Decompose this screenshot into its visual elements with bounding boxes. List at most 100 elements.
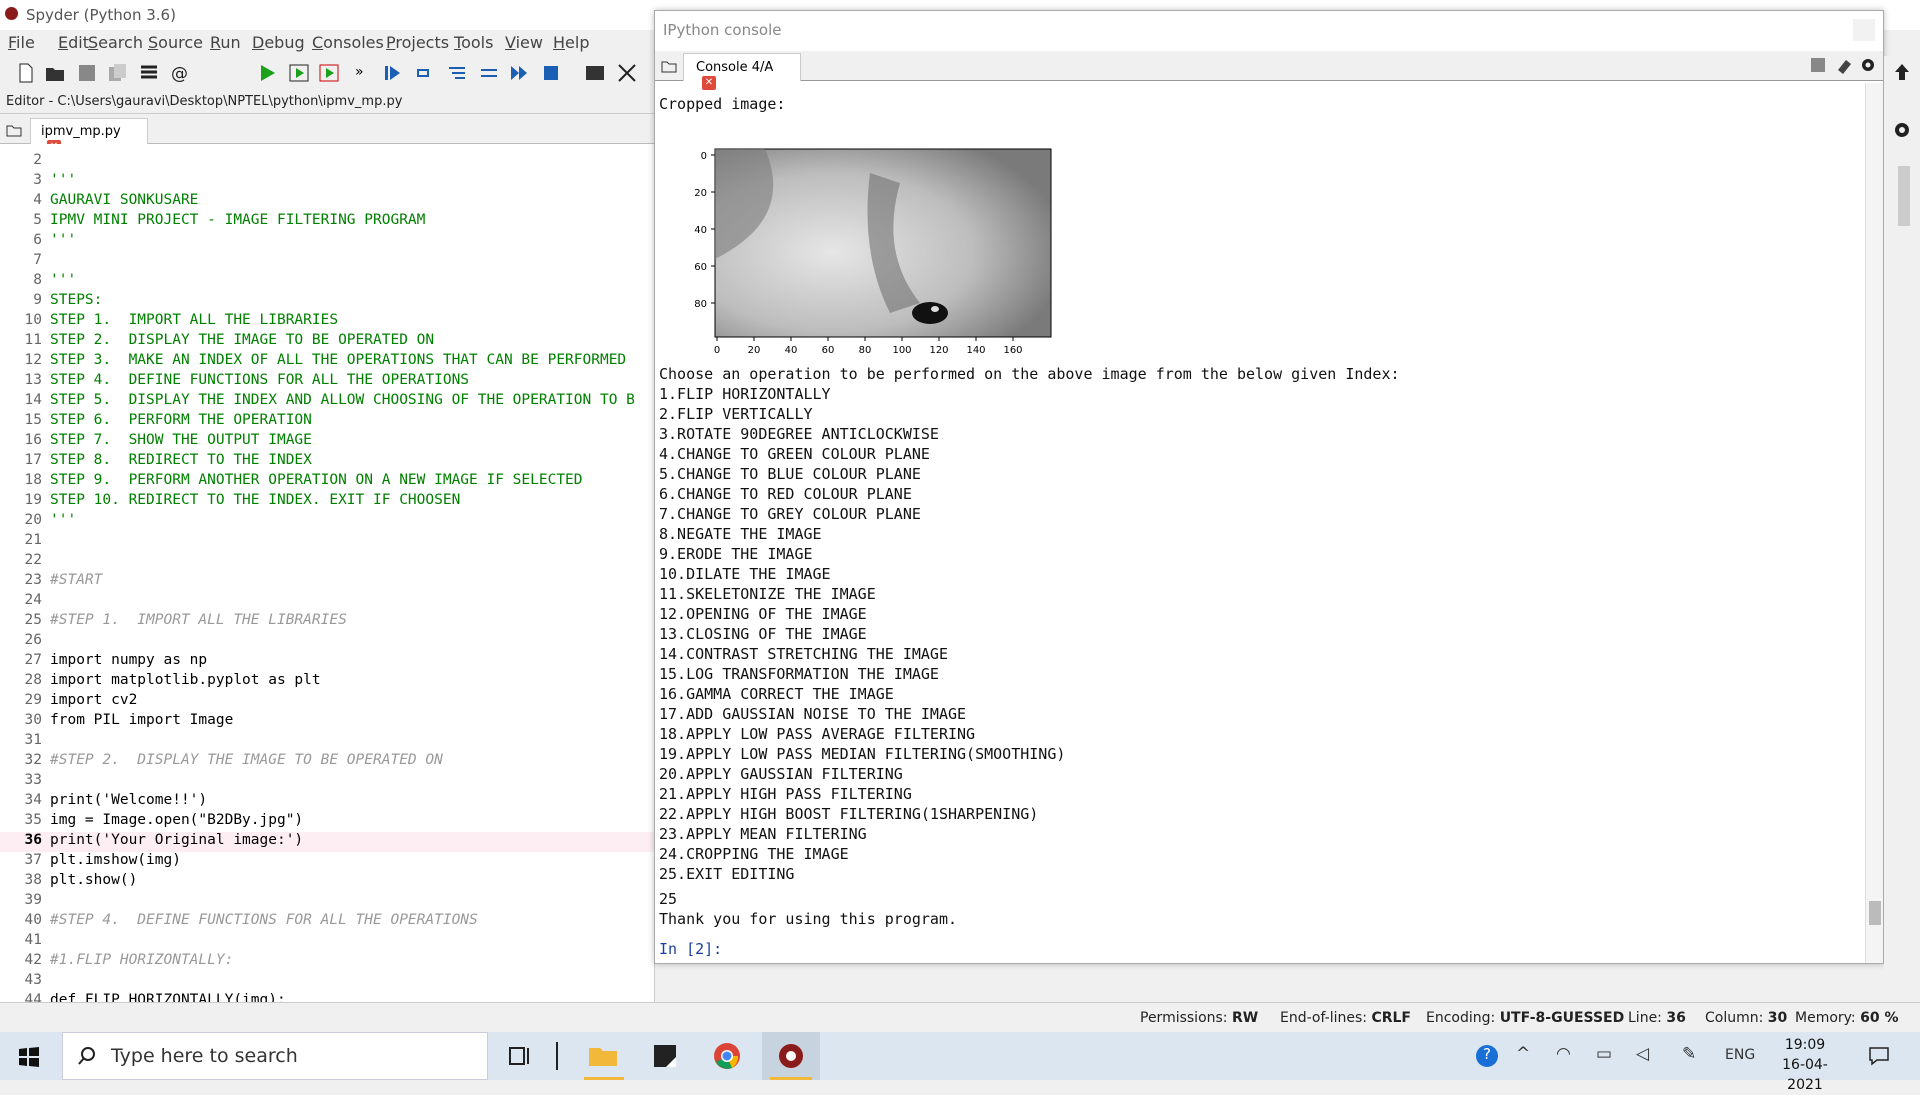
run-cell-icon[interactable] — [288, 62, 310, 84]
chevron-up-icon[interactable]: ^ — [1516, 1044, 1530, 1064]
code-line[interactable]: 41 — [0, 932, 654, 952]
pen-icon[interactable]: ✎ — [1682, 1044, 1696, 1064]
battery-icon[interactable]: ▭ — [1596, 1044, 1612, 1064]
clock[interactable]: 19:09 16-04-2021 — [1770, 1035, 1840, 1095]
eraser-icon[interactable] — [1835, 56, 1853, 74]
code-line[interactable]: 17 STEP 8. REDIRECT TO THE INDEX — [0, 452, 654, 472]
code-line[interactable]: 35 img = Image.open("B2DBy.jpg") — [0, 812, 654, 832]
gear-icon[interactable] — [1892, 120, 1912, 140]
menu-tools[interactable]: Tools — [454, 33, 493, 52]
scroll-thumb[interactable] — [1869, 901, 1881, 925]
code-line[interactable]: 4 GAURAVI SONKUSARE — [0, 192, 654, 212]
code-line[interactable]: 43 — [0, 972, 654, 992]
code-line[interactable]: 14 STEP 5. DISPLAY THE INDEX AND ALLOW CH… — [0, 392, 654, 412]
console-scrollbar[interactable] — [1865, 83, 1883, 963]
maximize-pane-icon[interactable] — [584, 62, 606, 84]
code-line[interactable]: 10 STEP 1. IMPORT ALL THE LIBRARIES — [0, 312, 654, 332]
code-line[interactable]: 13 STEP 4. DEFINE FUNCTIONS FOR ALL THE O… — [0, 372, 654, 392]
menu-projects[interactable]: Projects — [386, 33, 449, 52]
sticky-app-icon[interactable] — [648, 1040, 682, 1072]
step-return-icon[interactable] — [478, 62, 500, 84]
code-line[interactable]: 34 print('Welcome!!') — [0, 792, 654, 812]
code-line[interactable]: 18 STEP 9. PERFORM ANOTHER OPERATION ON A… — [0, 472, 654, 492]
more-chevron-icon[interactable]: » — [355, 64, 364, 80]
language-indicator[interactable]: ENG — [1725, 1047, 1755, 1063]
run-cell-advance-icon[interactable] — [318, 62, 340, 84]
code-line[interactable]: 39 — [0, 892, 654, 912]
task-view-icon[interactable] — [503, 1040, 537, 1072]
code-line[interactable]: 19 STEP 10. REDIRECT TO THE INDEX. EXIT I… — [0, 492, 654, 512]
chrome-icon[interactable] — [710, 1040, 744, 1072]
menu-search[interactable]: Search — [88, 33, 143, 52]
console-output[interactable]: Cropped image: 0 20 40 60 80 0 20 40 60 80 100 120 1… — [655, 83, 1865, 963]
code-line[interactable]: 16 STEP 7. SHOW THE OUTPUT IMAGE — [0, 432, 654, 452]
menu-edit[interactable]: Edit — [58, 33, 89, 52]
code-line[interactable]: 6 ''' — [0, 232, 654, 252]
open-file-icon[interactable] — [44, 62, 66, 84]
code-line[interactable]: 37 plt.imshow(img) — [0, 852, 654, 872]
file-list-icon[interactable] — [138, 62, 160, 84]
new-file-icon[interactable] — [15, 62, 37, 84]
code-editor[interactable]: 2 3 ''' 4 GAURAVI SONKUSARE 5 IPMV MINI PROJEC… — [0, 144, 655, 1002]
dock-scrollbar-thumb[interactable] — [1898, 166, 1910, 226]
input-prompt[interactable]: In [2]: — [659, 940, 722, 958]
code-line[interactable]: 23 #START — [0, 572, 654, 592]
save-icon[interactable] — [76, 62, 98, 84]
step-icon[interactable] — [414, 62, 436, 84]
notifications-icon[interactable] — [1868, 1046, 1890, 1066]
debug-icon[interactable] — [382, 62, 404, 84]
code-line[interactable]: 15 STEP 6. PERFORM THE OPERATION — [0, 412, 654, 432]
menu-help[interactable]: Help — [553, 33, 589, 52]
code-line[interactable]: 42 #1.FLIP HORIZONTALLY: — [0, 952, 654, 972]
code-line[interactable]: 5 IPMV MINI PROJECT - IMAGE FILTERING PRO… — [0, 212, 654, 232]
menu-debug[interactable]: Debug — [252, 33, 305, 52]
code-line[interactable]: 44 def FLIP_HORIZONTALLY(img): — [0, 992, 654, 1002]
code-line[interactable]: 8 ''' — [0, 272, 654, 292]
code-line[interactable]: 20 ''' — [0, 512, 654, 532]
code-line[interactable]: 11 STEP 2. DISPLAY THE IMAGE TO BE OPERAT… — [0, 332, 654, 352]
taskbar-search[interactable]: Type here to search — [62, 1032, 488, 1080]
console-tab[interactable]: Console 4/A✕ — [683, 53, 801, 90]
menu-source[interactable]: Source — [148, 33, 203, 52]
code-line[interactable]: 40 #STEP 4. DEFINE FUNCTIONS FOR ALL THE … — [0, 912, 654, 932]
save-all-icon[interactable] — [106, 62, 128, 84]
code-line[interactable]: 24 — [0, 592, 654, 612]
code-line[interactable]: 9 STEPS: — [0, 292, 654, 312]
spyder-taskbar-button[interactable] — [762, 1032, 820, 1080]
code-line[interactable]: 26 — [0, 632, 654, 652]
code-line[interactable]: 7 — [0, 252, 654, 272]
code-line[interactable]: 3 ''' — [0, 172, 654, 192]
menu-view[interactable]: View — [505, 33, 543, 52]
browse-tabs-icon[interactable] — [6, 122, 22, 138]
stop-kernel-icon[interactable] — [1811, 58, 1825, 72]
code-line[interactable]: 32 #STEP 2. DISPLAY THE IMAGE TO BE OPERA… — [0, 752, 654, 772]
gear-icon[interactable] — [1859, 56, 1877, 74]
code-line[interactable]: 38 plt.show() — [0, 872, 654, 892]
code-line[interactable]: 36 print('Your Original image:') — [0, 832, 654, 852]
code-line[interactable]: 22 — [0, 552, 654, 572]
code-line[interactable]: 30 from PIL import Image — [0, 712, 654, 732]
browse-tabs-icon[interactable] — [661, 58, 677, 74]
menu-run[interactable]: Run — [210, 33, 241, 52]
fullscreen-icon[interactable] — [616, 62, 638, 84]
editor-tab-ipmv[interactable]: ipmv_mp.py✕ — [30, 118, 148, 154]
file-explorer-icon[interactable] — [586, 1040, 620, 1072]
stop-debug-icon[interactable] — [540, 62, 562, 84]
at-icon[interactable]: @ — [168, 62, 190, 84]
code-line[interactable]: 27 import numpy as np — [0, 652, 654, 672]
close-pane-icon[interactable] — [1853, 19, 1875, 41]
step-into-icon[interactable] — [446, 62, 468, 84]
code-line[interactable]: 2 — [0, 152, 654, 172]
code-line[interactable]: 28 import matplotlib.pyplot as plt — [0, 672, 654, 692]
code-line[interactable]: 31 — [0, 732, 654, 752]
windows-start-icon[interactable] — [18, 1046, 40, 1068]
code-line[interactable]: 12 STEP 3. MAKE AN INDEX OF ALL THE OPERA… — [0, 352, 654, 372]
wifi-icon[interactable]: ◠ — [1556, 1044, 1571, 1064]
code-line[interactable]: 29 import cv2 — [0, 692, 654, 712]
menu-consoles[interactable]: Consoles — [312, 33, 384, 52]
code-line[interactable]: 21 — [0, 532, 654, 552]
code-line[interactable]: 25 #STEP 1. IMPORT ALL THE LIBRARIES — [0, 612, 654, 632]
arrow-up-icon[interactable] — [1892, 62, 1912, 82]
volume-icon[interactable]: ◁ — [1636, 1044, 1649, 1064]
continue-icon[interactable] — [508, 62, 530, 84]
